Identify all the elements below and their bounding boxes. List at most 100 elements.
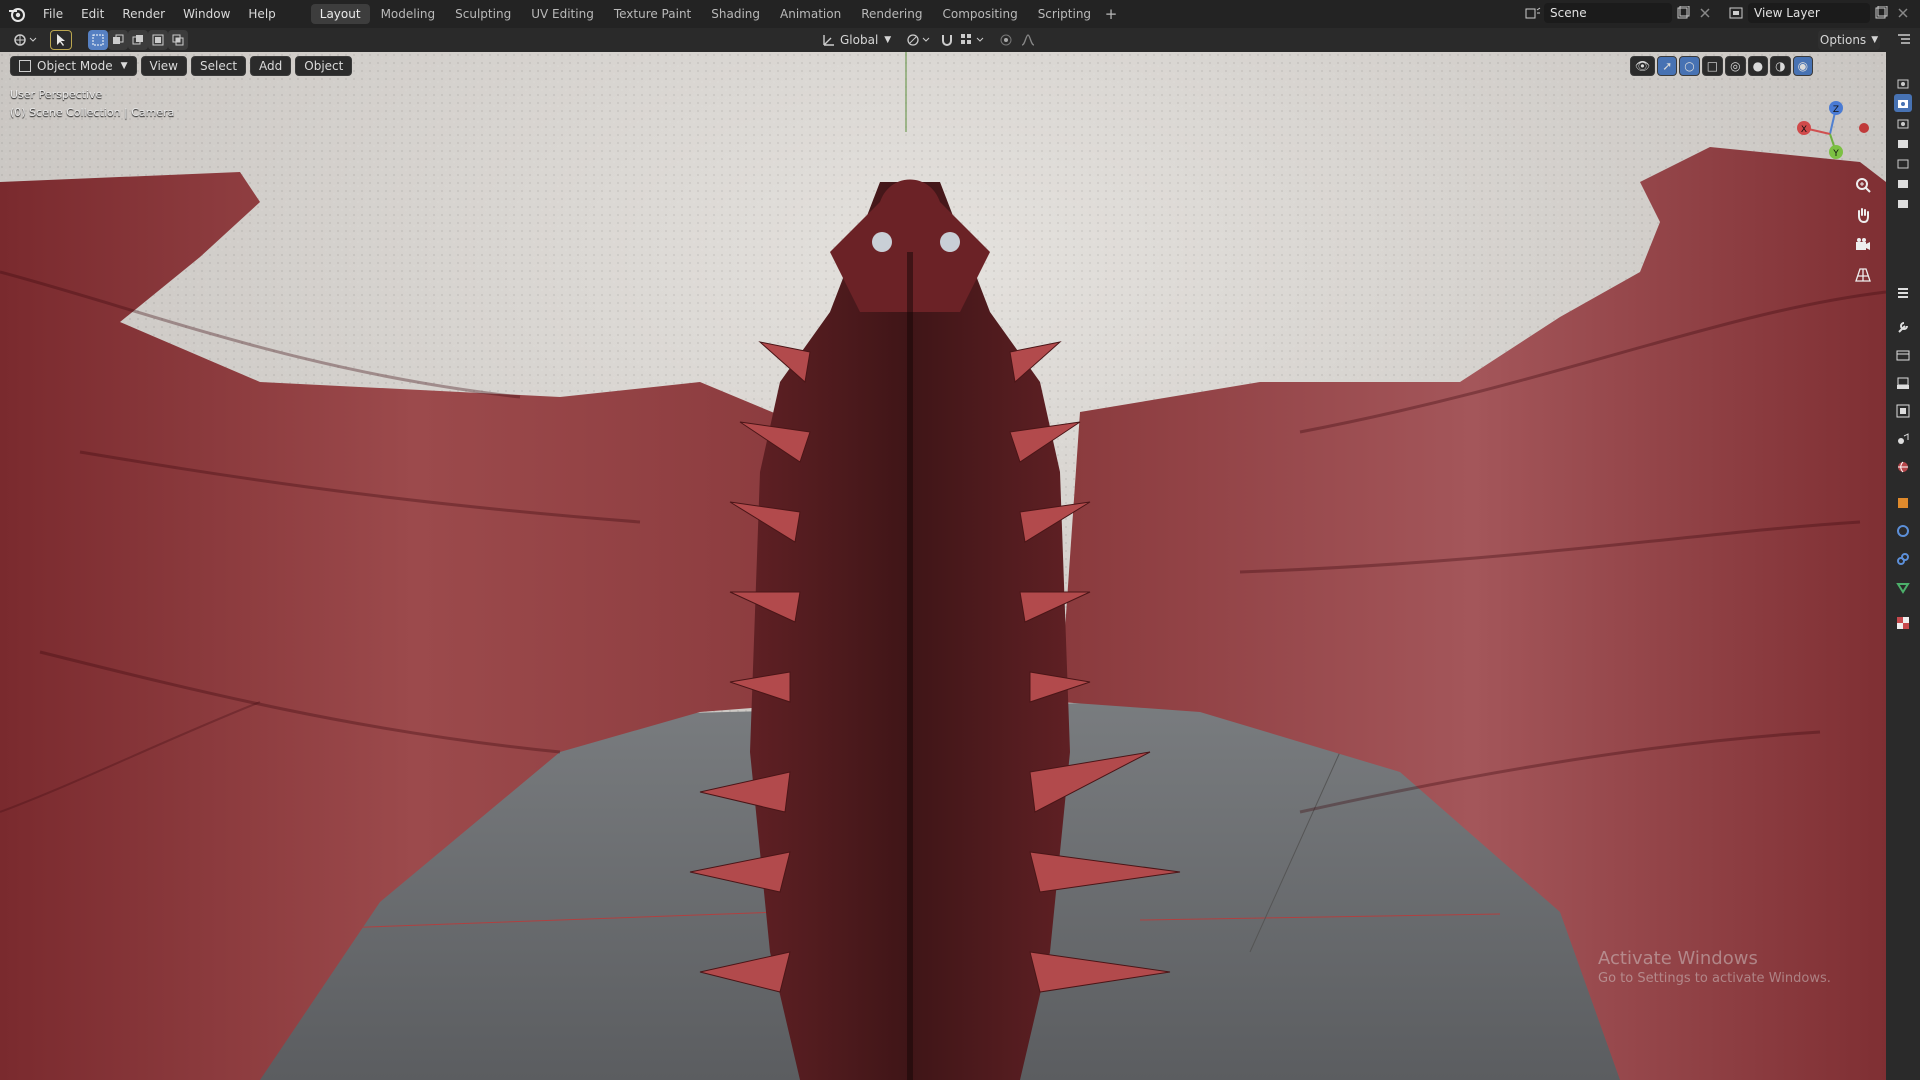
navigation-gizmo[interactable]: Z X Y <box>1790 94 1870 174</box>
constraint-properties-icon[interactable] <box>1894 550 1912 568</box>
data-properties-icon[interactable] <box>1894 578 1912 596</box>
mode-dropdown[interactable]: Object Mode ▼ <box>10 56 137 76</box>
render-slot-icon[interactable] <box>1894 74 1912 92</box>
select-invert-mode-icon[interactable] <box>148 30 168 50</box>
camera-view-icon[interactable] <box>1852 234 1874 256</box>
select-menu[interactable]: Select <box>191 56 247 76</box>
transform-orientation-dropdown[interactable]: Global ▼ <box>840 30 896 50</box>
delete-view-layer-icon[interactable] <box>1892 3 1914 23</box>
view-menu[interactable]: View <box>140 56 187 76</box>
new-scene-icon[interactable] <box>1672 3 1694 23</box>
material-shading-icon[interactable]: ◑ <box>1770 56 1791 76</box>
new-view-layer-icon[interactable] <box>1870 3 1892 23</box>
scene-name-field[interactable]: Scene <box>1544 3 1672 23</box>
select-extend-mode-icon[interactable] <box>108 30 128 50</box>
collection-label: (0) Scene Collection | Camera <box>10 106 175 119</box>
top-menu-bar: File Edit Render Window Help Layout Mode… <box>0 0 1920 28</box>
navigation-buttons <box>1852 174 1874 286</box>
transform-orientation-icon[interactable] <box>820 30 838 50</box>
options-dropdown[interactable]: Options ▼ <box>1818 30 1880 50</box>
select-subtract-mode-icon[interactable] <box>128 30 148 50</box>
tab-scripting[interactable]: Scripting <box>1029 4 1100 24</box>
menu-help[interactable]: Help <box>239 0 284 28</box>
proportional-falloff-icon[interactable] <box>1018 30 1038 50</box>
gizmo-neg-x-axis[interactable] <box>1859 123 1869 133</box>
viewport-shading-controls: 👁 ➚ ○ □ ◎ ● ◑ ◉ <box>1630 56 1814 76</box>
tab-modeling[interactable]: Modeling <box>372 4 445 24</box>
camera-slot-3-icon[interactable] <box>1894 134 1912 152</box>
view-layer-field[interactable]: View Layer <box>1748 3 1870 23</box>
menu-edit[interactable]: Edit <box>72 0 113 28</box>
world-properties-icon[interactable] <box>1894 458 1912 476</box>
watermark-subtitle: Go to Settings to activate Windows. <box>1598 971 1831 986</box>
texture-properties-icon[interactable] <box>1894 614 1912 632</box>
select-new-mode-icon[interactable] <box>88 30 108 50</box>
perspective-toggle-icon[interactable] <box>1852 264 1874 286</box>
object-menu[interactable]: Object <box>295 56 353 76</box>
object-properties-icon[interactable] <box>1894 494 1912 512</box>
tab-rendering[interactable]: Rendering <box>852 4 931 24</box>
transform-orientation-label: Global <box>840 33 879 47</box>
scene-properties-icon[interactable] <box>1894 430 1912 448</box>
tab-shading[interactable]: Shading <box>702 4 769 24</box>
3d-viewport[interactable]: Object Mode ▼ View Select Add Object Use… <box>0 52 1886 1080</box>
wrench-tool-icon[interactable] <box>1894 318 1912 336</box>
modifier-properties-icon[interactable] <box>1894 522 1912 540</box>
camera-slot-icon[interactable] <box>1894 94 1912 112</box>
view-layer-properties-icon[interactable] <box>1894 402 1912 420</box>
scene-name: Scene <box>1550 6 1587 20</box>
delete-scene-icon[interactable] <box>1694 3 1716 23</box>
tab-animation[interactable]: Animation <box>771 4 850 24</box>
editor-type-icon[interactable] <box>10 30 40 50</box>
object-mode-icon <box>19 60 31 72</box>
pivot-point-icon[interactable] <box>904 30 934 50</box>
tab-sculpting[interactable]: Sculpting <box>446 4 520 24</box>
visibility-icon[interactable]: 👁 <box>1630 56 1656 76</box>
dragon-horn-left <box>872 232 892 252</box>
add-menu[interactable]: Add <box>250 56 292 76</box>
gizmo-y-label: Y <box>1832 149 1839 159</box>
gizmo-toggle-icon[interactable]: ➚ <box>1657 56 1678 76</box>
pan-hand-icon[interactable] <box>1852 204 1874 226</box>
options-label: Options <box>1819 33 1867 47</box>
scene-type-icon[interactable] <box>1522 3 1544 23</box>
viewport-render <box>0 52 1886 1080</box>
camera-slot-6-icon[interactable] <box>1894 194 1912 212</box>
snap-target-icon[interactable] <box>958 30 988 50</box>
menu-window[interactable]: Window <box>174 0 239 28</box>
zoom-icon[interactable] <box>1852 174 1874 196</box>
output-properties-icon[interactable] <box>1894 374 1912 392</box>
camera-slot-2-icon[interactable] <box>1894 114 1912 132</box>
select-intersect-mode-icon[interactable] <box>168 30 188 50</box>
render-properties-icon[interactable] <box>1894 346 1912 364</box>
chevron-down-icon: ▼ <box>884 35 892 45</box>
tab-layout[interactable]: Layout <box>310 4 370 24</box>
outliner-toggle-icon[interactable] <box>1894 30 1914 50</box>
camera-slot-4-icon[interactable] <box>1894 154 1912 172</box>
windows-activation-watermark: Activate Windows Go to Settings to activ… <box>1598 948 1831 986</box>
select-tool-icon[interactable] <box>50 30 72 50</box>
chevron-down-icon: ▼ <box>120 61 128 71</box>
snap-icon[interactable] <box>938 30 956 50</box>
solid-shading-icon[interactable]: ● <box>1747 56 1769 76</box>
rendered-shading-icon[interactable]: ◉ <box>1792 56 1814 76</box>
proportional-editing-icon[interactable] <box>996 30 1016 50</box>
tool-properties-icon[interactable] <box>1894 284 1912 302</box>
tab-uv-editing[interactable]: UV Editing <box>522 4 603 24</box>
dragon-horn-right <box>940 232 960 252</box>
perspective-label: User Perspective <box>10 88 103 101</box>
wireframe-shading-icon[interactable]: ◎ <box>1725 56 1746 76</box>
menu-render[interactable]: Render <box>113 0 174 28</box>
tab-texture-paint[interactable]: Texture Paint <box>605 4 700 24</box>
workspace-tabs: Layout Modeling Sculpting UV Editing Tex… <box>310 0 1120 28</box>
watermark-title: Activate Windows <box>1598 948 1758 969</box>
xray-toggle-icon[interactable]: □ <box>1701 56 1724 76</box>
tab-compositing[interactable]: Compositing <box>933 4 1026 24</box>
overlays-toggle-icon[interactable]: ○ <box>1679 56 1700 76</box>
menu-file[interactable]: File <box>34 0 72 28</box>
view-layer-name: View Layer <box>1754 6 1820 20</box>
add-workspace-button[interactable]: + <box>1102 5 1120 23</box>
blender-logo-icon[interactable] <box>6 3 28 25</box>
camera-slot-5-icon[interactable] <box>1894 174 1912 192</box>
view-layer-icon[interactable] <box>1726 3 1748 23</box>
